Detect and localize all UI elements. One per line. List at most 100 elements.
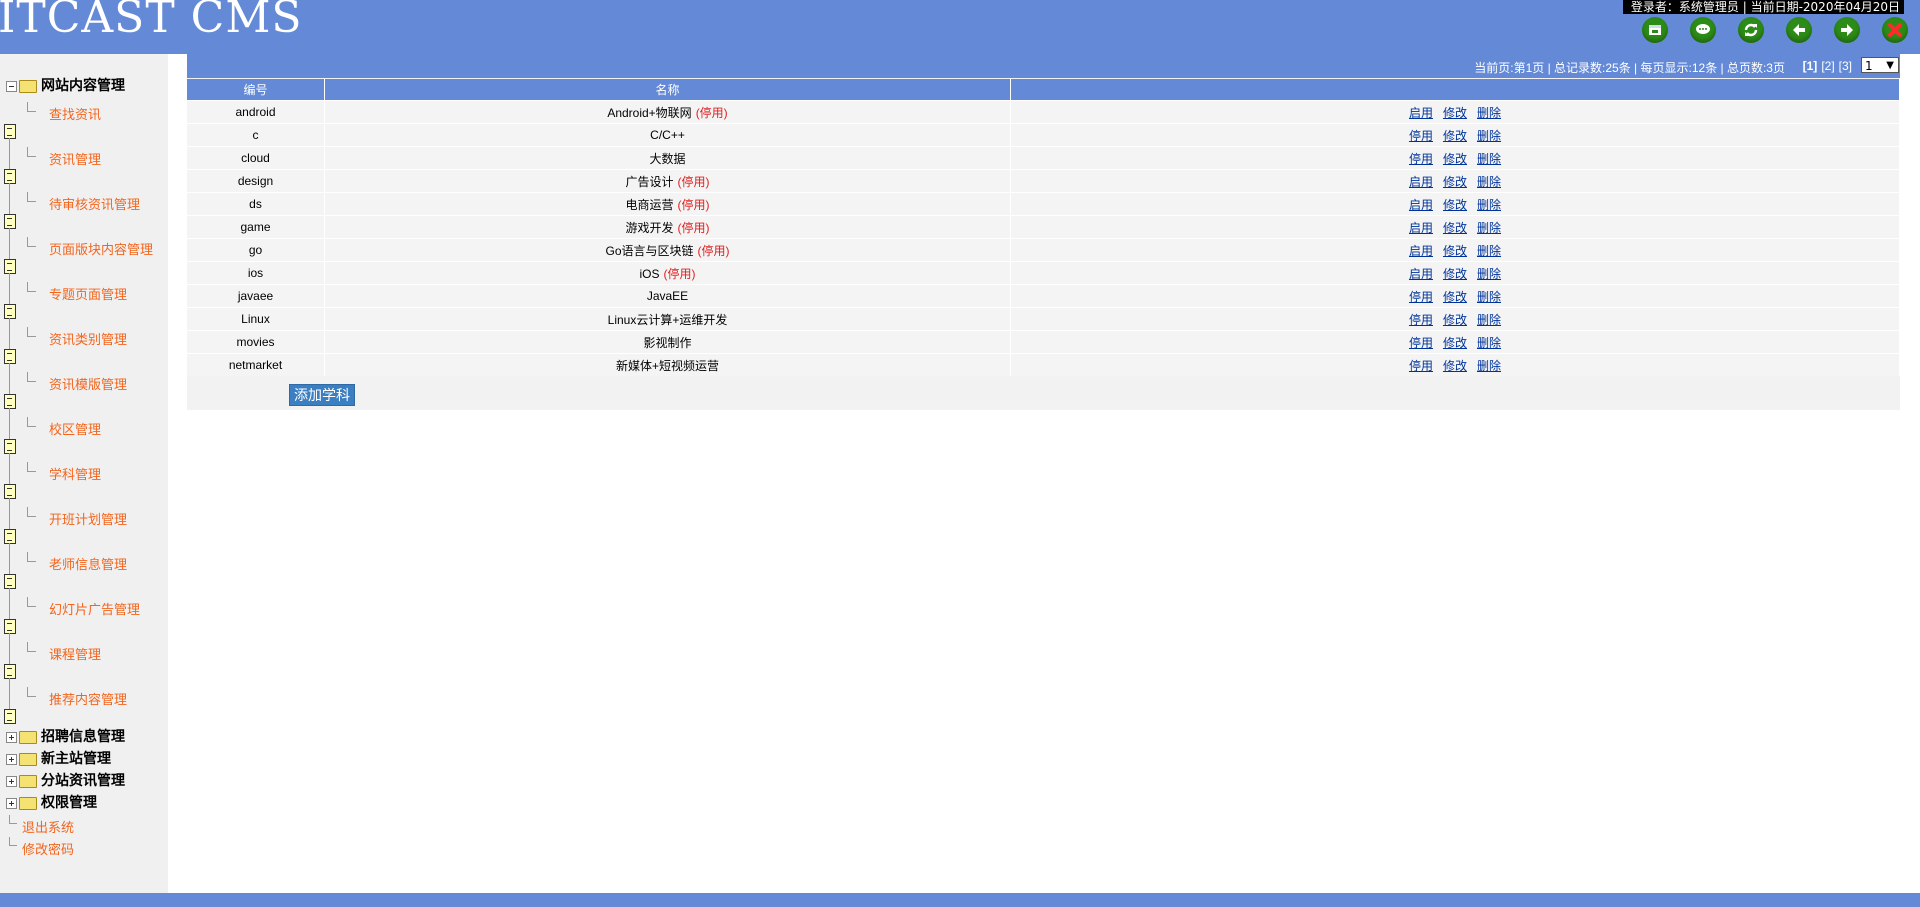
sidebar-item[interactable]: 老师信息管理	[49, 554, 127, 573]
edit-link[interactable]: 修改	[1443, 267, 1467, 281]
edit-link[interactable]: 修改	[1443, 359, 1467, 373]
delete-link[interactable]: 删除	[1477, 198, 1501, 212]
page-link-3[interactable]: [3]	[1839, 59, 1852, 73]
table-row: ds 电商运营 (停用) 启用 修改 删除	[187, 192, 1900, 216]
page-link-1[interactable]: [1]	[1803, 59, 1818, 73]
table-row: go Go语言与区块链 (停用) 启用 修改 删除	[187, 238, 1900, 262]
toggle-status-link[interactable]: 停用	[1409, 152, 1433, 166]
cell-code: netmarket	[187, 353, 325, 376]
folder-icon	[19, 796, 37, 810]
collapse-icon[interactable]	[6, 80, 17, 92]
expand-icon[interactable]	[6, 797, 17, 809]
cell-actions: 停用 修改 删除	[1010, 330, 1900, 354]
toggle-status-link[interactable]: 启用	[1409, 106, 1433, 120]
sidebar-group-permissions[interactable]: 权限管理	[6, 793, 97, 811]
sidebar-item[interactable]: 资讯管理	[49, 149, 101, 168]
delete-link[interactable]: 删除	[1477, 129, 1501, 143]
sidebar-item[interactable]: 学科管理	[49, 464, 101, 483]
logout-link[interactable]: 退出系统	[22, 817, 74, 836]
delete-link[interactable]: 删除	[1477, 106, 1501, 120]
toggle-status-link[interactable]: 启用	[1409, 175, 1433, 189]
delete-link[interactable]: 删除	[1477, 152, 1501, 166]
sidebar-item[interactable]: 待审核资讯管理	[49, 194, 140, 213]
cell-name: Android+物联网 (停用)	[324, 100, 1011, 124]
subject-name: 电商运营	[625, 197, 674, 212]
delete-link[interactable]: 删除	[1477, 313, 1501, 327]
page-link-2[interactable]: [2]	[1821, 59, 1834, 73]
expand-icon[interactable]	[6, 775, 17, 787]
cell-code: cloud	[187, 146, 325, 170]
sidebar-group-label: 权限管理	[41, 794, 97, 810]
toggle-status-link[interactable]: 停用	[1409, 359, 1433, 373]
delete-link[interactable]: 删除	[1477, 267, 1501, 281]
delete-link[interactable]: 删除	[1477, 221, 1501, 235]
table-header-row: 编号 名称	[187, 79, 1900, 101]
cell-name: JavaEE	[324, 284, 1011, 308]
toggle-status-link[interactable]: 启用	[1409, 198, 1433, 212]
sidebar-group-new-site[interactable]: 新主站管理	[6, 749, 111, 767]
edit-link[interactable]: 修改	[1443, 106, 1467, 120]
sidebar-item[interactable]: 查找资讯	[49, 104, 101, 123]
toggle-status-link[interactable]: 启用	[1409, 244, 1433, 258]
sidebar-item[interactable]: 资讯类别管理	[49, 329, 127, 348]
delete-link[interactable]: 删除	[1477, 290, 1501, 304]
refresh-icon[interactable]	[1738, 17, 1764, 43]
cell-name: Linux云计算+运维开发	[324, 307, 1011, 331]
page-select[interactable]: 1 ▼	[1861, 57, 1899, 73]
expand-icon[interactable]	[6, 753, 17, 765]
edit-link[interactable]: 修改	[1443, 290, 1467, 304]
sidebar-item[interactable]: 开班计划管理	[49, 509, 127, 528]
edit-link[interactable]: 修改	[1443, 336, 1467, 350]
delete-link[interactable]: 删除	[1477, 175, 1501, 189]
cell-name: 影视制作	[324, 330, 1011, 354]
sidebar-item[interactable]: 校区管理	[49, 419, 101, 438]
chat-icon[interactable]	[1690, 17, 1716, 43]
tree-connector	[27, 372, 36, 382]
add-subject-button[interactable]: 添加学科	[289, 384, 355, 406]
window-icon[interactable]	[1642, 17, 1668, 43]
sidebar-item[interactable]: 页面版块内容管理	[49, 239, 153, 258]
column-header-name: 名称	[324, 79, 1011, 101]
edit-link[interactable]: 修改	[1443, 198, 1467, 212]
toggle-status-link[interactable]: 停用	[1409, 313, 1433, 327]
toggle-status-link[interactable]: 停用	[1409, 129, 1433, 143]
close-icon[interactable]	[1882, 17, 1908, 43]
cell-code: android	[187, 100, 325, 124]
sidebar-group-website-content[interactable]: 网站内容管理	[6, 76, 125, 94]
sidebar-group-branch-news[interactable]: 分站资讯管理	[6, 771, 125, 789]
edit-link[interactable]: 修改	[1443, 221, 1467, 235]
toggle-status-link[interactable]: 停用	[1409, 290, 1433, 304]
sidebar-item[interactable]: 推荐内容管理	[49, 689, 127, 708]
table-row: netmarket 新媒体+短视频运营 停用 修改 删除	[187, 353, 1900, 376]
delete-link[interactable]: 删除	[1477, 244, 1501, 258]
tree-connector	[27, 327, 36, 337]
sidebar-item[interactable]: 课程管理	[49, 644, 101, 663]
delete-link[interactable]: 删除	[1477, 336, 1501, 350]
edit-link[interactable]: 修改	[1443, 129, 1467, 143]
subject-name: 新媒体+短视频运营	[615, 358, 719, 373]
subject-table: 编号 名称 android Android+物联网 (停用) 启用 修改 删除 c C/C++…	[187, 79, 1900, 376]
table-row: ios iOS (停用) 启用 修改 删除	[187, 261, 1900, 285]
pager-bar: 当前页:第1页 | 总记录数:25条 | 每页显示:12条 | 总页数:3页 […	[187, 54, 1900, 78]
subject-name: 广告设计	[625, 174, 674, 189]
sidebar-item[interactable]: 专题页面管理	[49, 284, 127, 303]
sidebar-item[interactable]: 幻灯片广告管理	[49, 599, 140, 618]
change-password-link[interactable]: 修改密码	[22, 839, 74, 858]
edit-link[interactable]: 修改	[1443, 152, 1467, 166]
delete-link[interactable]: 删除	[1477, 359, 1501, 373]
tree-line	[9, 678, 10, 709]
edit-link[interactable]: 修改	[1443, 175, 1467, 189]
edit-link[interactable]: 修改	[1443, 244, 1467, 258]
sidebar-group-label: 分站资讯管理	[41, 772, 125, 788]
sidebar-item[interactable]: 资讯模版管理	[49, 374, 127, 393]
edit-link[interactable]: 修改	[1443, 313, 1467, 327]
cell-actions: 停用 修改 删除	[1010, 307, 1900, 331]
expand-icon[interactable]	[6, 731, 17, 743]
toggle-status-link[interactable]: 启用	[1409, 221, 1433, 235]
sidebar-group-recruitment[interactable]: 招聘信息管理	[6, 727, 125, 745]
column-header-actions	[1010, 79, 1900, 101]
toggle-status-link[interactable]: 启用	[1409, 267, 1433, 281]
back-arrow-icon[interactable]	[1786, 17, 1812, 43]
toggle-status-link[interactable]: 停用	[1409, 336, 1433, 350]
forward-arrow-icon[interactable]	[1834, 17, 1860, 43]
